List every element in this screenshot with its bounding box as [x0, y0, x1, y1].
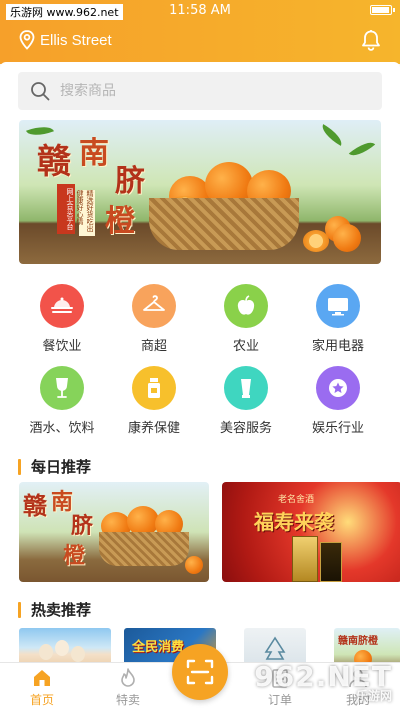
tab-home[interactable]: 首页 — [2, 667, 82, 708]
category-drinks[interactable]: 酒水、饮料 — [22, 366, 102, 436]
wineglass-icon — [40, 366, 84, 410]
cosmetics-icon — [224, 366, 268, 410]
section-hot-header: 热卖推荐 — [18, 599, 91, 620]
location-pin-icon — [19, 30, 35, 50]
category-catering[interactable]: 餐饮业 — [22, 284, 102, 354]
promo-brand: 老名舍酒 — [278, 495, 315, 505]
banner-title-char: 橙 — [105, 204, 135, 239]
promo-card-liquor[interactable]: 老名舍酒 福寿来袭 — [222, 482, 400, 582]
tab-sale[interactable]: 特卖 — [88, 667, 168, 708]
flame-icon — [121, 668, 135, 687]
section-title: 每日推荐 — [31, 458, 92, 476]
banner-title-char: 脐 — [115, 164, 145, 199]
category-appliances[interactable]: 家用电器 — [298, 284, 378, 354]
liquor-box-image — [320, 542, 342, 582]
leaf-decoration — [318, 124, 346, 146]
tab-label: 首页 — [29, 693, 54, 707]
category-label: 酒水、饮料 — [29, 421, 95, 436]
category-supermarket[interactable]: 商超 — [114, 284, 194, 354]
medicine-bottle-icon — [132, 366, 176, 410]
dish-icon — [40, 284, 84, 328]
category-label: 娱乐行业 — [311, 421, 364, 436]
banner-title-char: 赣 — [37, 142, 71, 182]
promo-card-oranges[interactable]: 赣 南 脐 橙 — [19, 482, 209, 582]
category-label: 餐饮业 — [42, 339, 82, 354]
hot-item-title: 赣南脐橙 — [338, 636, 378, 647]
category-label: 农业 — [232, 339, 259, 354]
app-header: 乐游网 www.962.net 11:58 AM Ellis Street — [0, 0, 400, 64]
promo-title-char: 脐 — [71, 513, 94, 539]
liquor-bottle-image — [292, 536, 318, 582]
home-content: 赣 南 脐 橙 网上合买平台 精选好货吃出健康好心情 餐饮业 商超 农业 — [0, 62, 400, 672]
basket-image — [99, 532, 189, 566]
search-input[interactable] — [60, 83, 360, 99]
leaf-decoration — [348, 136, 376, 162]
section-title: 热卖推荐 — [31, 601, 92, 619]
promo-title-char: 赣 — [23, 491, 47, 520]
category-entertainment[interactable]: 娱乐行业 — [298, 366, 378, 436]
promo-title: 福寿来袭 — [254, 510, 334, 534]
category-label: 商超 — [140, 339, 167, 354]
status-time: 11:58 AM — [169, 3, 231, 18]
basket-image — [149, 198, 299, 250]
bell-icon[interactable] — [360, 29, 382, 51]
category-beauty[interactable]: 美容服务 — [206, 366, 286, 436]
scan-icon — [186, 659, 214, 685]
banner-title-char: 南 — [79, 136, 109, 171]
site-watermark: 962.NET 乐游网 — [254, 660, 392, 704]
status-bar: 乐游网 www.962.net 11:58 AM — [0, 0, 400, 22]
hanger-icon — [132, 284, 176, 328]
egg-image — [71, 646, 85, 662]
location-label: Ellis Street — [40, 31, 112, 49]
star-badge-icon — [316, 366, 360, 410]
scan-button[interactable] — [172, 644, 228, 700]
orange-slice-image — [303, 230, 329, 252]
home-icon — [34, 670, 50, 686]
apple-icon — [224, 284, 268, 328]
egg-image — [39, 644, 53, 660]
location-selector[interactable]: Ellis Street — [18, 30, 112, 50]
monitor-icon — [316, 284, 360, 328]
banner-tag: 网上合买平台 — [57, 184, 75, 234]
search-icon — [31, 82, 50, 101]
category-health[interactable]: 康养保健 — [114, 366, 194, 436]
tab-label: 特卖 — [115, 693, 140, 707]
orange-image — [185, 556, 203, 574]
category-agriculture[interactable]: 农业 — [206, 284, 286, 354]
promo-banner[interactable]: 赣 南 脐 橙 网上合买平台 精选好货吃出健康好心情 — [19, 120, 381, 264]
battery-icon — [370, 5, 392, 15]
hot-item-title: 全民消费 — [132, 640, 185, 655]
promo-title-char: 橙 — [63, 543, 86, 569]
orange-image — [333, 224, 361, 252]
category-label: 家用电器 — [311, 339, 364, 354]
promo-title-char: 南 — [51, 489, 74, 515]
section-daily-header: 每日推荐 — [18, 456, 91, 477]
egg-image — [55, 640, 69, 656]
banner-tag: 精选好货吃出健康好心情 — [76, 190, 95, 236]
search-bar[interactable] — [18, 72, 382, 110]
category-label: 康养保健 — [127, 421, 180, 436]
category-label: 美容服务 — [219, 421, 272, 436]
